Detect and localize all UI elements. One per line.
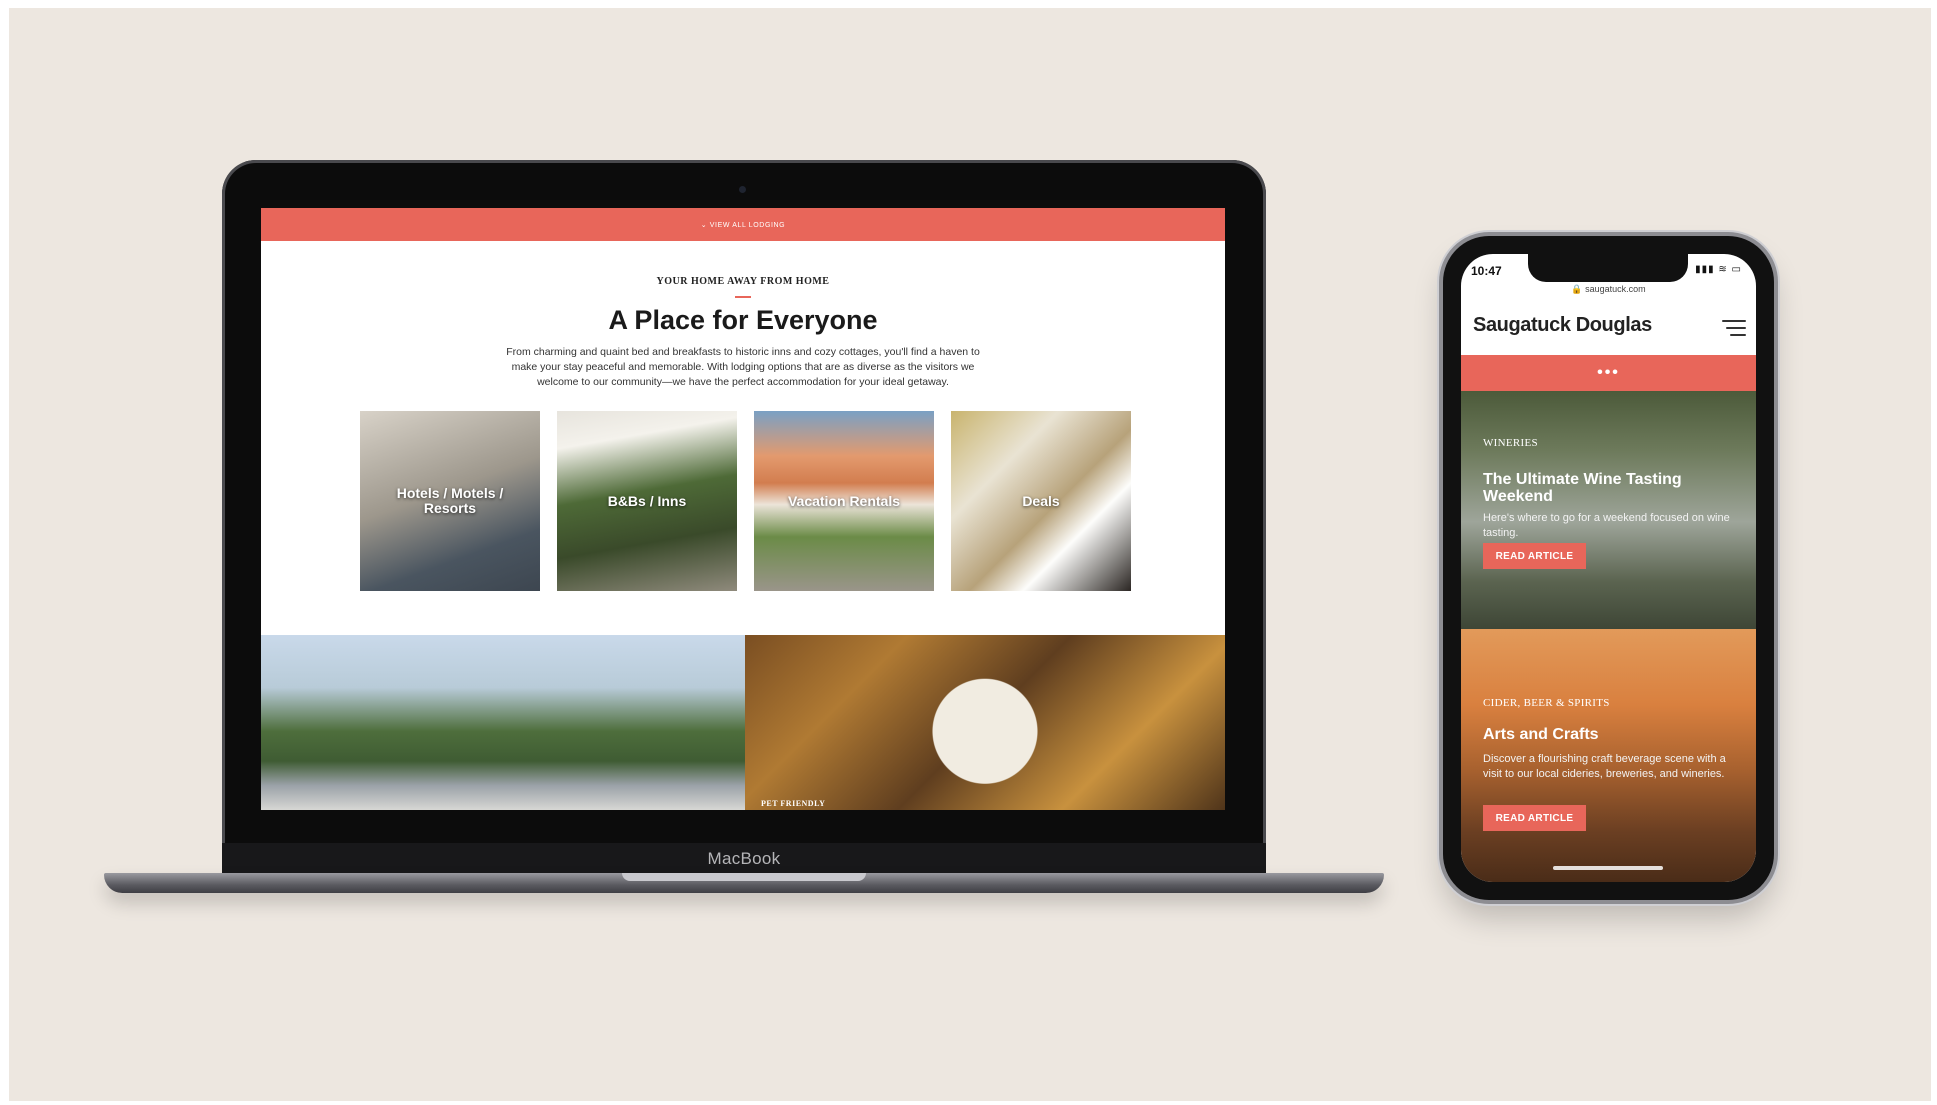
lodging-tile-deals[interactable]: Deals (951, 411, 1131, 591)
lodging-tile-label: B&Bs / Inns (607, 492, 687, 509)
site-logo-text[interactable]: Saugatuck Douglas (1473, 314, 1652, 337)
pet-friendly-label: PET FRIENDLY (761, 799, 826, 808)
more-dots-bar[interactable]: ••• (1461, 355, 1756, 391)
dog-photo[interactable]: PET FRIENDLY (745, 635, 1225, 810)
laptop-opening-notch (622, 873, 866, 881)
phone-screen: 10:47 ▮▮▮ ≋ ▭ 🔒 saugatuck.com Saugatuck … (1461, 254, 1756, 882)
card-category: CIDER, BEER & SPIRITS (1483, 697, 1610, 709)
card-title: Arts and Crafts (1483, 726, 1599, 743)
harbor-photo[interactable] (261, 635, 745, 810)
article-card-wineries[interactable]: WINERIES The Ultimate Wine Tasting Weeke… (1461, 391, 1756, 629)
status-icons: ▮▮▮ ≋ ▭ (1695, 264, 1742, 275)
card-title: The Ultimate Wine Tasting Weekend (1483, 471, 1682, 505)
section-eyebrow: YOUR HOME AWAY FROM HOME (656, 276, 830, 287)
lodging-tile-label: Hotels / Motels / Resorts (396, 485, 504, 516)
article-card-cider[interactable]: CIDER, BEER & SPIRITS Arts and Crafts Di… (1461, 629, 1756, 882)
lodging-tile-bnb[interactable]: B&Bs / Inns (557, 411, 737, 591)
eyebrow-divider (735, 296, 751, 298)
laptop-screen: ⌄ VIEW ALL LODGING YOUR HOME AWAY FROM H… (261, 208, 1225, 810)
card-category: WINERIES (1483, 437, 1538, 449)
intro-paragraph: From charming and quaint bed and breakfa… (506, 346, 980, 388)
status-time: 10:47 (1471, 264, 1502, 278)
view-all-lodging-link[interactable]: ⌄ VIEW ALL LODGING (261, 208, 1225, 241)
read-article-button[interactable]: READ ARTICLE (1483, 805, 1586, 831)
laptop-brand-label: MacBook (707, 849, 781, 868)
card-description: Here's where to go for a weekend focused… (1483, 512, 1730, 539)
lodging-tile-label: Vacation Rentals (787, 492, 901, 509)
phone-notch (1528, 254, 1688, 282)
home-indicator[interactable] (1553, 866, 1663, 870)
address-bar[interactable]: 🔒 saugatuck.com (1461, 284, 1756, 295)
hamburger-menu-icon[interactable] (1722, 320, 1746, 336)
lodging-tile-vacation-rentals[interactable]: Vacation Rentals (754, 411, 934, 591)
read-article-button[interactable]: READ ARTICLE (1483, 543, 1586, 569)
lodging-tile-hotels[interactable]: Hotels / Motels / Resorts (360, 411, 540, 591)
lodging-tile-label: Deals (1022, 492, 1060, 509)
card-description: Discover a flourishing craft beverage sc… (1483, 753, 1726, 780)
page-title: A Place for Everyone (608, 305, 878, 335)
laptop-camera (739, 186, 746, 193)
